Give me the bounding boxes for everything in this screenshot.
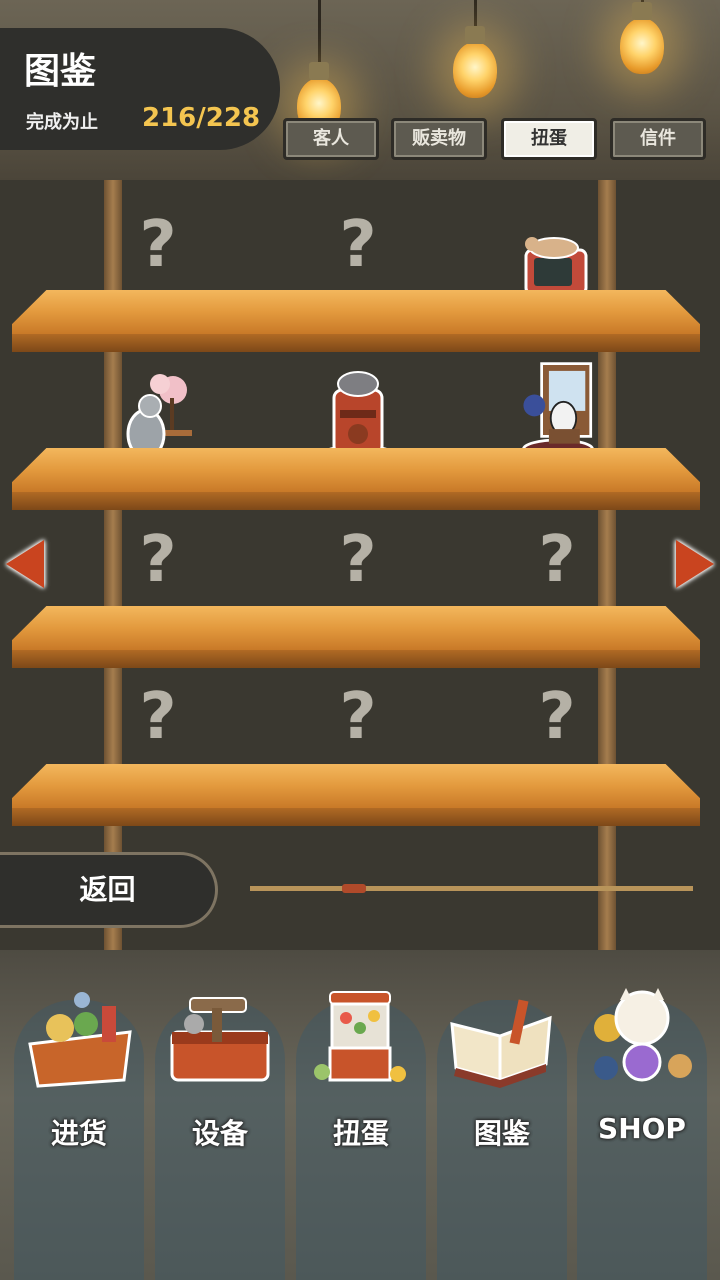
toolbox-icon bbox=[170, 997, 270, 1082]
gacha-machine-icon bbox=[314, 991, 406, 1082]
page-indicator-track bbox=[250, 886, 693, 891]
unknown-item[interactable]: ? bbox=[133, 208, 183, 282]
back-button[interactable]: 返回 bbox=[0, 852, 218, 928]
light-bulb-icon bbox=[453, 26, 497, 98]
shelf-plank bbox=[12, 290, 700, 352]
tab-letters[interactable]: 信件 bbox=[610, 118, 706, 160]
shelf-plank bbox=[12, 606, 700, 668]
unknown-item[interactable]: ? bbox=[133, 680, 183, 754]
nav-gacha-label: 扭蛋 bbox=[332, 1117, 389, 1150]
goods-basket-icon bbox=[28, 992, 132, 1088]
nav-catalog-label: 图鉴 bbox=[473, 1117, 530, 1150]
unknown-item[interactable]: ? bbox=[532, 523, 582, 597]
completion-count: 216/228 bbox=[142, 103, 261, 133]
nav-shop-label: SHOP bbox=[598, 1112, 686, 1145]
page-indicator-thumb bbox=[342, 884, 366, 893]
cow-cat-window-figure[interactable] bbox=[518, 360, 598, 460]
nav-goods-label: 进货 bbox=[50, 1117, 107, 1150]
unknown-item[interactable]: ? bbox=[333, 523, 383, 597]
prev-page-arrow-icon[interactable] bbox=[6, 540, 44, 588]
shelf-plank bbox=[12, 448, 700, 510]
catalog-book-icon bbox=[450, 999, 552, 1088]
unknown-item[interactable]: ? bbox=[333, 680, 383, 754]
tab-goods[interactable]: 贩卖物 bbox=[391, 118, 487, 160]
unknown-item[interactable]: ? bbox=[333, 208, 383, 282]
tab-guests[interactable]: 客人 bbox=[283, 118, 379, 160]
next-page-arrow-icon[interactable] bbox=[676, 540, 714, 588]
lucky-cat-icon bbox=[594, 988, 692, 1082]
page-title: 图鉴 bbox=[24, 51, 97, 92]
shelf-plank bbox=[12, 764, 700, 826]
unknown-item[interactable]: ? bbox=[133, 523, 183, 597]
unknown-item[interactable]: ? bbox=[532, 680, 582, 754]
light-bulb-icon bbox=[620, 2, 664, 74]
nav-equipment-label: 设备 bbox=[191, 1117, 248, 1150]
tab-gacha[interactable]: 扭蛋 bbox=[501, 118, 597, 160]
completion-label: 完成为止 bbox=[26, 112, 98, 133]
